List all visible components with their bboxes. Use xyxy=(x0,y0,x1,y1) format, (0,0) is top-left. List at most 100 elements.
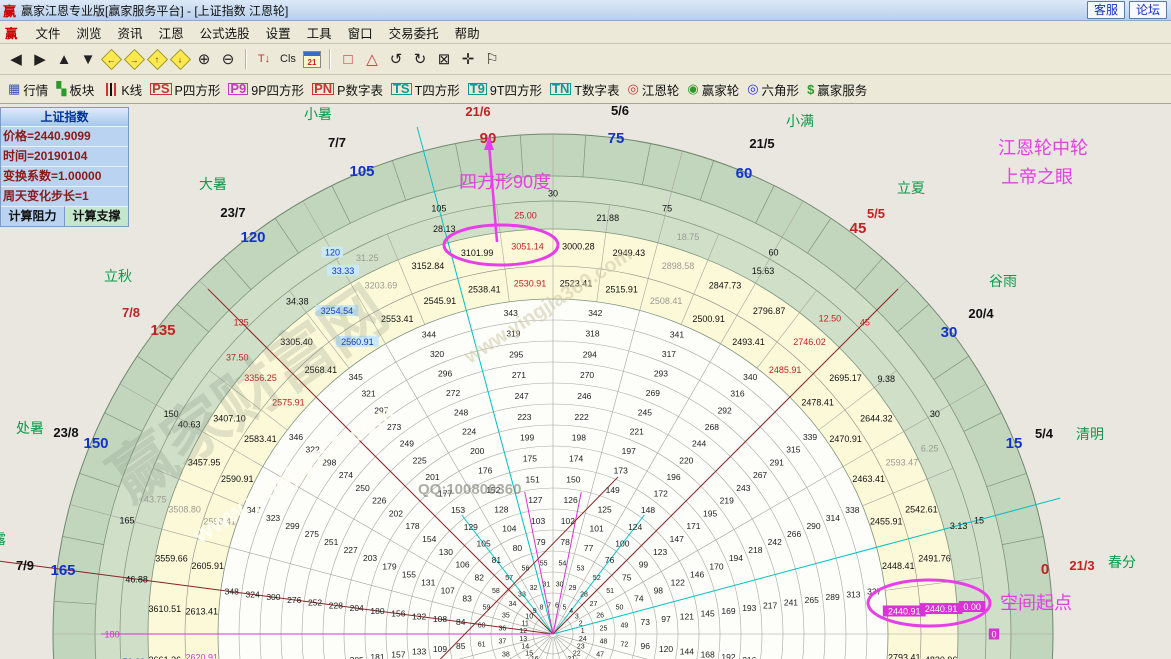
calc-support-button[interactable]: 计算支撑 xyxy=(65,206,128,226)
svg-text:193: 193 xyxy=(742,603,756,613)
svg-text:204: 204 xyxy=(350,603,364,613)
svg-text:60: 60 xyxy=(768,248,778,258)
svg-text:154: 154 xyxy=(422,534,436,544)
svg-text:61: 61 xyxy=(478,641,486,648)
tool-9t-square[interactable]: T99T四方形 xyxy=(468,80,542,99)
svg-text:127: 127 xyxy=(528,495,542,505)
up-triangle-icon[interactable]: ▲ xyxy=(54,48,74,70)
menu-settings[interactable]: 设置 xyxy=(258,23,299,42)
menu-formula-stock-pick[interactable]: 公式选股 xyxy=(192,23,258,42)
svg-text:196: 196 xyxy=(666,472,680,482)
zoom-out-icon[interactable]: ⊖ xyxy=(218,48,238,70)
calc-resistance-button[interactable]: 计算阻力 xyxy=(1,206,65,226)
svg-text:222: 222 xyxy=(574,412,588,422)
svg-text:109: 109 xyxy=(433,644,447,654)
diamond-right-icon[interactable]: → xyxy=(124,48,145,69)
svg-text:2508.41: 2508.41 xyxy=(650,296,683,306)
tool-9p-square[interactable]: P99P四方形 xyxy=(228,80,304,99)
svg-text:250: 250 xyxy=(356,483,370,493)
forum-button[interactable]: 论坛 xyxy=(1129,1,1167,19)
svg-text:31.25: 31.25 xyxy=(356,253,379,263)
svg-text:27: 27 xyxy=(590,601,598,608)
svg-text:25: 25 xyxy=(600,625,608,632)
svg-text:172: 172 xyxy=(654,489,668,499)
svg-text:105: 105 xyxy=(431,204,446,214)
back-icon[interactable]: ◀ xyxy=(6,48,26,70)
svg-text:156: 156 xyxy=(391,609,405,619)
svg-text:9: 9 xyxy=(533,608,537,615)
flag-icon[interactable]: ⚐ xyxy=(482,48,502,70)
svg-text:270: 270 xyxy=(580,370,594,380)
menu-tools[interactable]: 工具 xyxy=(299,23,340,42)
svg-text:150: 150 xyxy=(83,435,108,452)
cls-icon[interactable]: Cls xyxy=(278,48,298,70)
menu-file[interactable]: 文件 xyxy=(28,23,69,42)
tool-winner-service[interactable]: $赢家服务 xyxy=(807,80,867,99)
tool-quotes[interactable]: ▦行情 xyxy=(8,80,48,99)
down-triangle-icon[interactable]: ▼ xyxy=(78,48,98,70)
menu-news[interactable]: 资讯 xyxy=(110,23,151,42)
t9-icon: T9 xyxy=(468,83,487,95)
tool-t-number-table[interactable]: TNT数字表 xyxy=(550,80,619,99)
menu-help[interactable]: 帮助 xyxy=(447,23,488,42)
svg-text:2463.41: 2463.41 xyxy=(852,474,885,484)
tool-winner-wheel[interactable]: ◉赢家轮 xyxy=(687,80,739,99)
svg-text:320: 320 xyxy=(430,349,444,359)
svg-text:205: 205 xyxy=(350,655,364,659)
center-cross-icon[interactable]: ✛ xyxy=(458,48,478,70)
svg-text:56: 56 xyxy=(522,565,530,572)
svg-text:2605.91: 2605.91 xyxy=(191,561,224,571)
tn-icon: TN xyxy=(550,83,571,95)
boxed-x-icon[interactable]: ⊠ xyxy=(434,48,454,70)
zoom-in-icon[interactable]: ⊕ xyxy=(194,48,214,70)
svg-text:153: 153 xyxy=(451,505,465,515)
menu-browse[interactable]: 浏览 xyxy=(69,23,110,42)
svg-text:5/5: 5/5 xyxy=(867,206,885,221)
svg-text:125: 125 xyxy=(598,504,612,514)
svg-text:21/3: 21/3 xyxy=(1069,558,1094,573)
svg-text:12.50: 12.50 xyxy=(819,314,842,324)
svg-text:立秋: 立秋 xyxy=(104,268,132,284)
svg-text:245: 245 xyxy=(638,407,652,417)
svg-text:24: 24 xyxy=(579,636,587,643)
svg-text:23/7: 23/7 xyxy=(220,205,245,220)
menu-trade[interactable]: 交易委托 xyxy=(381,23,447,42)
svg-text:226: 226 xyxy=(372,496,386,506)
forward-icon[interactable]: ▶ xyxy=(30,48,50,70)
diamond-up-icon[interactable]: ↑ xyxy=(147,48,168,69)
menu-gann[interactable]: 江恩 xyxy=(151,23,192,42)
svg-text:84: 84 xyxy=(456,617,466,627)
rotate-ccw-icon[interactable]: ↺ xyxy=(386,48,406,70)
conversion-factor-row: 变换系数=1.00000 xyxy=(1,166,128,186)
wheel-icon: ◎ xyxy=(627,81,638,97)
svg-text:180: 180 xyxy=(370,606,384,616)
svg-text:74: 74 xyxy=(634,593,644,603)
tool-hexagon[interactable]: ◎六角形 xyxy=(747,80,799,99)
price-ruler-icon[interactable]: T↓ xyxy=(254,48,274,70)
triangle-tool-icon[interactable]: △ xyxy=(362,48,382,70)
svg-text:135: 135 xyxy=(150,322,175,339)
customer-service-button[interactable]: 客服 xyxy=(1087,1,1125,19)
svg-text:318: 318 xyxy=(585,329,599,339)
tool-sectors[interactable]: ▚板块 xyxy=(56,80,94,99)
square-tool-icon[interactable]: □ xyxy=(338,48,358,70)
diamond-down-icon[interactable]: ↓ xyxy=(170,48,191,69)
svg-text:223: 223 xyxy=(517,412,531,422)
tool-t-square[interactable]: TST四方形 xyxy=(391,80,460,99)
svg-text:218: 218 xyxy=(748,545,762,555)
toolbar-separator xyxy=(245,49,247,69)
rotate-cw-icon[interactable]: ↻ xyxy=(410,48,430,70)
svg-text:50: 50 xyxy=(616,604,624,611)
ps-icon: PS xyxy=(150,83,171,95)
svg-text:6: 6 xyxy=(555,602,559,609)
tool-p-number-table[interactable]: PNP数字表 xyxy=(312,80,383,99)
svg-text:2593.47: 2593.47 xyxy=(886,457,919,467)
menu-window[interactable]: 窗口 xyxy=(340,23,381,42)
tool-p-square[interactable]: PSP四方形 xyxy=(150,80,220,99)
tool-kline[interactable]: K线 xyxy=(102,80,142,99)
tool-gann-wheel[interactable]: ◎江恩轮 xyxy=(627,80,679,99)
diamond-left-icon[interactable]: ← xyxy=(101,48,122,69)
calendar-icon[interactable]: 21 xyxy=(303,51,321,68)
svg-text:106: 106 xyxy=(455,560,469,570)
svg-text:227: 227 xyxy=(344,545,358,555)
